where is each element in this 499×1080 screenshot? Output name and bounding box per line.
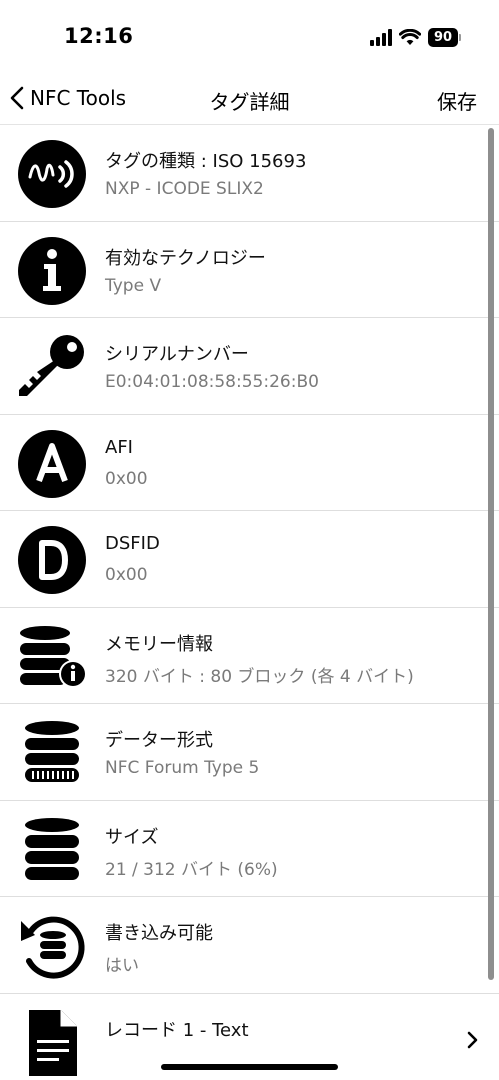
document-icon xyxy=(17,1008,87,1078)
list-item-dsfid[interactable]: DSFID 0x00 xyxy=(0,510,499,607)
list-item-writable[interactable]: 書き込み可能 はい xyxy=(0,896,499,993)
row-subtitle: NXP - ICODE SLIX2 xyxy=(105,179,264,199)
status-time: 12:16 xyxy=(64,24,134,48)
database-info-icon xyxy=(17,622,87,692)
row-title: 書き込み可能 xyxy=(105,923,213,944)
row-title: AFI xyxy=(105,436,133,458)
row-title: DSFID xyxy=(105,533,160,554)
chevron-right-icon xyxy=(467,1031,478,1048)
list-item-afi[interactable]: AFI 0x00 xyxy=(0,413,499,511)
row-title: データー形式 xyxy=(105,730,213,751)
list-item-size[interactable]: サイズ 21 / 312 バイト (6%) xyxy=(0,799,499,897)
list-item-technology[interactable]: 有効なテクノロジー Type V xyxy=(0,220,499,318)
database-format-icon xyxy=(17,718,87,788)
list-item-data-format[interactable]: データー形式 NFC Forum Type 5 xyxy=(0,703,499,800)
wifi-icon xyxy=(399,28,421,45)
row-title: 有効なテクノロジー xyxy=(105,247,266,269)
battery-icon: 90 xyxy=(428,27,461,47)
row-title: メモリー情報 xyxy=(105,633,213,655)
letter-a-icon xyxy=(17,429,87,499)
cellular-signal-icon xyxy=(370,28,392,46)
database-writable-icon xyxy=(17,911,87,981)
row-subtitle: 320 バイト : 80 ブロック (各 4 バイト) xyxy=(105,666,414,687)
row-subtitle: はい xyxy=(105,956,139,976)
row-subtitle: 0x00 xyxy=(105,468,148,489)
row-subtitle: Type V xyxy=(105,275,162,296)
scrollbar[interactable] xyxy=(488,128,494,980)
battery-level: 90 xyxy=(428,27,458,47)
navigation-bar: NFC Tools タグ詳細 保存 xyxy=(0,72,499,124)
list-item-memory-info[interactable]: メモリー情報 320 バイト : 80 ブロック (各 4 バイト) xyxy=(0,606,499,704)
row-subtitle: 21 / 312 バイト (6%) xyxy=(105,859,278,880)
info-icon xyxy=(17,236,87,306)
row-subtitle: 0x00 xyxy=(105,565,148,585)
row-title: レコード 1 - Text xyxy=(105,1019,249,1041)
row-title: タグの種類 : ISO 15693 xyxy=(105,151,307,172)
row-subtitle: E0:04:01:08:58:55:26:B0 xyxy=(105,372,319,392)
save-button[interactable]: 保存 xyxy=(437,86,477,115)
database-icon xyxy=(17,815,87,885)
key-icon xyxy=(17,332,87,402)
nfc-wave-icon xyxy=(17,139,87,209)
row-title: シリアルナンバー xyxy=(105,344,249,365)
row-subtitle: NFC Forum Type 5 xyxy=(105,758,260,778)
tag-detail-list: タグの種類 : ISO 15693 NXP - ICODE SLIX2 有効なテ… xyxy=(0,124,499,1080)
list-item-serial-number[interactable]: シリアルナンバー E0:04:01:08:58:55:26:B0 xyxy=(0,317,499,414)
row-title: サイズ xyxy=(105,826,159,848)
home-indicator[interactable] xyxy=(161,1064,338,1070)
letter-d-icon xyxy=(17,525,87,595)
list-item-tag-type[interactable]: タグの種類 : ISO 15693 NXP - ICODE SLIX2 xyxy=(0,124,499,221)
page-title: タグ詳細 xyxy=(209,90,290,114)
status-icons: 90 xyxy=(370,26,461,48)
status-bar: 12:16 90 xyxy=(0,0,499,72)
